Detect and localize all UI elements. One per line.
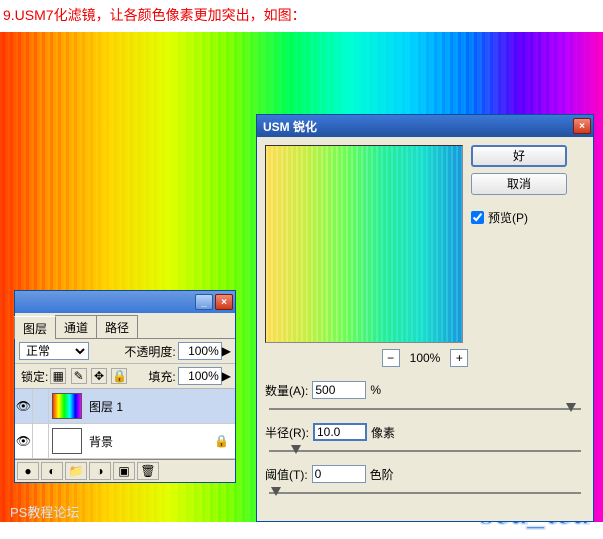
opacity-label: 不透明度: [124, 343, 175, 360]
tab-channels[interactable]: 通道 [55, 315, 97, 338]
zoom-value: 100% [410, 351, 441, 365]
new-layer-icon[interactable]: ▣ [113, 462, 135, 480]
layers-panel: _ × 图层 通道 路径 正常 不透明度: ▶ 锁定: ▦ ✎ ✥ 🔒 填充: … [14, 290, 236, 483]
website-label: PS教程论坛 [10, 502, 79, 521]
radius-slider[interactable] [265, 443, 585, 459]
radius-unit: 像素 [371, 424, 395, 441]
layers-footer: ● ◐ 📁 ◑ ▣ 🗑 [15, 459, 235, 482]
visibility-icon[interactable]: 👁 [15, 424, 33, 458]
fill-input[interactable] [178, 367, 222, 385]
blend-mode-select[interactable]: 正常 [19, 342, 89, 360]
preview-checkbox[interactable] [471, 211, 484, 224]
lock-paint-icon[interactable]: ✎ [71, 368, 87, 384]
layer-list: 👁 图层 1 👁 背景 🔒 [15, 389, 235, 459]
ok-button[interactable]: 好 [471, 145, 567, 167]
preview-checkbox-row[interactable]: 预览(P) [471, 209, 585, 226]
lock-row: 锁定: ▦ ✎ ✥ 🔒 填充: ▶ [15, 364, 235, 389]
layer-thumbnail[interactable] [52, 393, 82, 419]
layer-row[interactable]: 👁 图层 1 [15, 389, 235, 424]
usm-titlebar[interactable]: USM 锐化 × [257, 115, 593, 137]
threshold-input[interactable] [312, 465, 366, 483]
lock-all-icon[interactable]: 🔒 [111, 368, 127, 384]
zoom-in-button[interactable]: + [450, 349, 468, 367]
lock-move-icon[interactable]: ✥ [91, 368, 107, 384]
layer-thumbnail[interactable] [52, 428, 82, 454]
page-caption: 9.USM7化滤镜，让各颜色像素更加突出，如图： [0, 0, 603, 30]
dialog-title: USM 锐化 [263, 118, 317, 135]
layers-titlebar[interactable]: _ × [15, 291, 235, 313]
cancel-button[interactable]: 取消 [471, 173, 567, 195]
new-folder-icon[interactable]: 📁 [65, 462, 87, 480]
link-cell[interactable] [33, 424, 49, 458]
layer-row[interactable]: 👁 背景 🔒 [15, 424, 235, 459]
amount-label: 数量(A): [265, 382, 308, 399]
filter-preview[interactable] [265, 145, 463, 343]
layer-name[interactable]: 背景 [85, 433, 113, 450]
opacity-input[interactable] [178, 342, 222, 360]
close-icon[interactable]: × [573, 118, 591, 134]
layer-name[interactable]: 图层 1 [85, 398, 123, 415]
lock-icons: ▦ ✎ ✥ 🔒 [50, 368, 128, 384]
fill-label: 填充: [148, 368, 175, 385]
link-cell[interactable] [33, 389, 49, 423]
lock-transparency-icon[interactable]: ▦ [50, 368, 66, 384]
tab-layers[interactable]: 图层 [14, 316, 56, 339]
layers-tabs: 图层 通道 路径 [15, 313, 235, 339]
usm-dialog: USM 锐化 × 好 取消 预览(P) − 100% + 数量(A): [256, 114, 594, 522]
lock-icon: 🔒 [214, 434, 229, 448]
zoom-out-button[interactable]: − [382, 349, 400, 367]
chevron-right-icon[interactable]: ▶ [222, 369, 231, 383]
delete-layer-icon[interactable]: 🗑 [137, 462, 159, 480]
threshold-slider[interactable] [265, 485, 585, 501]
amount-unit: % [370, 383, 381, 397]
layer-style-icon[interactable]: ● [17, 462, 39, 480]
radius-label: 半径(R): [265, 424, 309, 441]
lock-label: 锁定: [21, 368, 48, 385]
adjustment-layer-icon[interactable]: ◑ [89, 462, 111, 480]
radius-input[interactable] [313, 423, 367, 441]
layer-mask-icon[interactable]: ◐ [41, 462, 63, 480]
visibility-icon[interactable]: 👁 [15, 389, 33, 423]
amount-slider[interactable] [265, 401, 585, 417]
close-icon[interactable]: × [215, 294, 233, 310]
threshold-label: 阈值(T): [265, 466, 308, 483]
tab-paths[interactable]: 路径 [96, 315, 138, 338]
amount-input[interactable] [312, 381, 366, 399]
blend-row: 正常 不透明度: ▶ [15, 339, 235, 364]
chevron-right-icon[interactable]: ▶ [222, 344, 231, 358]
threshold-unit: 色阶 [370, 466, 394, 483]
preview-label: 预览(P) [488, 209, 528, 226]
minimize-icon[interactable]: _ [195, 294, 213, 310]
